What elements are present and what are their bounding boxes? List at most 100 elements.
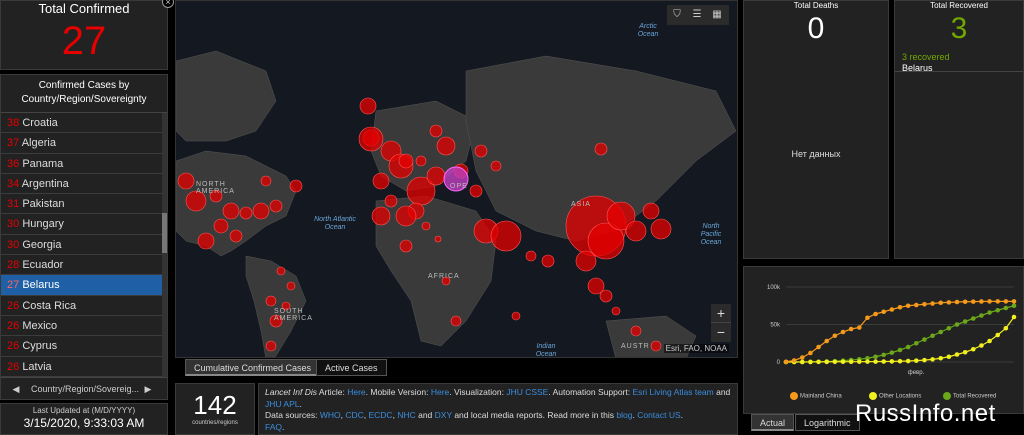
- list-item[interactable]: 27 Belarus: [1, 275, 164, 296]
- data-point[interactable]: [905, 358, 911, 364]
- data-point[interactable]: [946, 325, 952, 331]
- data-point[interactable]: [995, 332, 1001, 338]
- data-point[interactable]: [995, 307, 1001, 313]
- data-point[interactable]: [930, 301, 935, 306]
- data-point[interactable]: [824, 338, 830, 344]
- world-map[interactable]: Arctic Ocean North Atlantic Ocean North …: [175, 0, 738, 358]
- nhc-link[interactable]: NHC: [397, 410, 415, 420]
- data-point[interactable]: [799, 359, 805, 365]
- list-item[interactable]: 28 Ecuador: [1, 255, 164, 276]
- list-item[interactable]: 26 Latvia: [1, 357, 164, 377]
- data-point[interactable]: [922, 357, 927, 363]
- data-point[interactable]: [848, 359, 854, 364]
- data-point[interactable]: [970, 346, 976, 352]
- data-point[interactable]: [856, 359, 862, 364]
- data-point[interactable]: [791, 358, 797, 363]
- data-point[interactable]: [905, 344, 911, 350]
- contact-link[interactable]: Contact US: [637, 410, 680, 420]
- data-point[interactable]: [889, 307, 895, 312]
- data-point[interactable]: [873, 359, 878, 364]
- tab-actual[interactable]: Actual: [751, 414, 795, 431]
- jhu-csse-link[interactable]: JHU CSSE: [506, 387, 548, 397]
- caret-left-icon[interactable]: ◀: [9, 378, 23, 400]
- qr-code-icon[interactable]: ▦: [710, 8, 724, 22]
- data-point[interactable]: [930, 333, 935, 339]
- data-point[interactable]: [897, 304, 903, 310]
- data-point[interactable]: [808, 350, 813, 356]
- data-point[interactable]: [799, 355, 805, 360]
- data-point[interactable]: [881, 309, 887, 315]
- list-item[interactable]: 38 Croatia: [1, 113, 164, 134]
- data-point[interactable]: [938, 355, 944, 361]
- data-point[interactable]: [954, 322, 960, 327]
- data-point[interactable]: [970, 299, 976, 304]
- data-point[interactable]: [922, 301, 927, 307]
- data-point[interactable]: [873, 311, 878, 317]
- data-point[interactable]: [808, 359, 813, 365]
- data-point[interactable]: [865, 315, 870, 321]
- data-point[interactable]: [1011, 314, 1017, 320]
- data-point[interactable]: [930, 357, 935, 362]
- jhu-apl-link[interactable]: JHU APL: [265, 399, 300, 409]
- data-point[interactable]: [922, 337, 927, 342]
- data-point[interactable]: [913, 340, 919, 346]
- data-point[interactable]: [1011, 303, 1017, 309]
- data-point[interactable]: [840, 329, 846, 335]
- list-item[interactable]: 30 Hungary: [1, 214, 164, 235]
- data-point[interactable]: [987, 299, 992, 304]
- data-point[interactable]: [987, 310, 992, 315]
- data-point[interactable]: [962, 349, 968, 355]
- data-point[interactable]: [1003, 299, 1009, 304]
- data-point[interactable]: [979, 299, 984, 304]
- data-point[interactable]: [783, 359, 789, 365]
- data-point[interactable]: [840, 359, 846, 365]
- list-item[interactable]: 26 Cyprus: [1, 336, 164, 357]
- list-item[interactable]: 26 Mexico: [1, 316, 164, 337]
- data-point[interactable]: [816, 359, 821, 365]
- data-point[interactable]: [946, 354, 952, 360]
- data-point[interactable]: [865, 359, 870, 364]
- list-item[interactable]: 34 Argentina: [1, 174, 164, 195]
- esri-team-link[interactable]: Esri Living Atlas team: [632, 387, 713, 397]
- zoom-out-button[interactable]: −: [711, 323, 731, 342]
- ecdc-link[interactable]: ECDC: [368, 410, 392, 420]
- data-point[interactable]: [962, 299, 968, 305]
- data-point[interactable]: [873, 354, 878, 360]
- tab-active-cases[interactable]: Active Cases: [316, 359, 387, 376]
- tab-logarithmic[interactable]: Logarithmic: [795, 414, 860, 431]
- data-point[interactable]: [946, 300, 952, 305]
- data-point[interactable]: [824, 359, 830, 365]
- data-point[interactable]: [897, 358, 903, 364]
- data-point[interactable]: [979, 313, 984, 318]
- data-point[interactable]: [938, 300, 944, 306]
- data-point[interactable]: [995, 299, 1001, 304]
- data-point[interactable]: [881, 352, 887, 358]
- faq-link[interactable]: FAQ: [265, 422, 282, 432]
- cdc-link[interactable]: CDC: [345, 410, 363, 420]
- list-item[interactable]: 36 Panama: [1, 154, 164, 174]
- data-point[interactable]: [848, 326, 854, 332]
- data-point[interactable]: [881, 359, 887, 364]
- list-icon[interactable]: ☰: [690, 8, 704, 22]
- data-point[interactable]: [1003, 305, 1009, 311]
- list-scrollbar[interactable]: [162, 113, 167, 377]
- data-point[interactable]: [1003, 325, 1009, 331]
- data-point[interactable]: [889, 350, 895, 355]
- data-point[interactable]: [913, 302, 919, 308]
- list-item[interactable]: 37 Algeria: [1, 133, 164, 154]
- who-link[interactable]: WHO: [320, 410, 341, 420]
- data-point[interactable]: [954, 299, 960, 305]
- data-point[interactable]: [889, 359, 895, 364]
- dxy-link[interactable]: DXY: [435, 410, 452, 420]
- data-point[interactable]: [832, 333, 838, 339]
- article-link[interactable]: Here: [347, 387, 365, 397]
- data-point[interactable]: [938, 329, 944, 335]
- blog-link[interactable]: blog: [616, 410, 632, 420]
- data-point[interactable]: [832, 359, 838, 365]
- data-point[interactable]: [979, 343, 984, 348]
- scrollbar-thumb[interactable]: [162, 213, 167, 253]
- data-point[interactable]: [954, 352, 960, 357]
- data-point[interactable]: [970, 316, 976, 321]
- caret-right-icon[interactable]: ▶: [141, 378, 155, 400]
- data-point[interactable]: [897, 347, 903, 353]
